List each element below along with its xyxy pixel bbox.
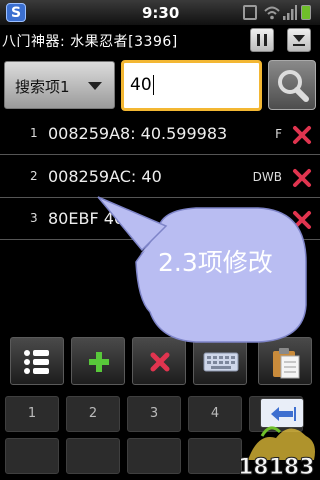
- key-3[interactable]: 3: [127, 396, 181, 432]
- row-index: 3: [30, 211, 38, 225]
- wifi-icon: [264, 6, 280, 20]
- title-bar: 八门神器: 水果忍者[3396]: [0, 25, 320, 55]
- keypad-key[interactable]: [66, 438, 120, 474]
- pause-icon: [257, 34, 267, 46]
- search-type-select[interactable]: 搜索项1: [4, 61, 115, 109]
- minimize-icon: [293, 35, 305, 46]
- delete-row-icon[interactable]: [292, 168, 312, 188]
- search-value: 40: [130, 75, 152, 95]
- vibrate-icon: [243, 5, 257, 20]
- keyboard-icon: [203, 352, 239, 372]
- signal-icon: [283, 5, 297, 20]
- pause-button[interactable]: [250, 28, 274, 52]
- result-row[interactable]: 1 008259A8: 40.599983 F: [0, 115, 320, 155]
- key-1[interactable]: 1: [5, 396, 59, 432]
- app-badge-icon: S: [6, 3, 26, 22]
- search-button[interactable]: [268, 60, 316, 110]
- status-clock: 9:30: [142, 4, 180, 22]
- app-title: 八门神器: 水果忍者[3396]: [2, 34, 178, 50]
- row-index: 1: [30, 126, 38, 140]
- annotation-text: 2.3项修改: [158, 248, 273, 277]
- delete-row-icon[interactable]: [292, 210, 312, 230]
- row-address-value: 008259A8: 40.599983: [48, 124, 228, 143]
- add-button[interactable]: [71, 337, 125, 385]
- svg-text:18183: 18183: [238, 455, 315, 480]
- clipboard-button[interactable]: [258, 337, 312, 385]
- text-caret: [152, 75, 154, 95]
- delete-row-icon[interactable]: [292, 125, 312, 145]
- row-index: 2: [30, 169, 38, 183]
- status-bar: S 9:30: [0, 0, 320, 25]
- list-button[interactable]: [10, 337, 64, 385]
- clipboard-icon: [273, 348, 300, 379]
- keypad-key[interactable]: [5, 438, 59, 474]
- search-value-input[interactable]: 40: [121, 60, 262, 111]
- search-type-label: 搜索项1: [15, 78, 70, 96]
- result-row[interactable]: 3 80EBF 40 DWB: [0, 200, 320, 240]
- row-type: DWB: [252, 170, 282, 184]
- keypad-key[interactable]: [127, 438, 181, 474]
- row-type: F: [275, 127, 282, 141]
- row-address-value: 008259AC: 40: [48, 167, 162, 186]
- row-address-value: 80EBF 40: [48, 209, 125, 228]
- keyboard-button[interactable]: [193, 337, 247, 385]
- site-watermark-logo: 18183: [238, 426, 315, 480]
- plus-icon: [89, 352, 109, 372]
- dropdown-arrow-icon: [88, 82, 102, 90]
- list-icon: [24, 350, 49, 374]
- remove-button[interactable]: [132, 337, 186, 385]
- x-icon: [150, 352, 170, 372]
- row-type: DWB: [252, 212, 282, 226]
- minimize-button[interactable]: [287, 28, 311, 52]
- battery-icon: [301, 5, 311, 20]
- result-row[interactable]: 2 008259AC: 40 DWB: [0, 158, 320, 198]
- magnifier-icon: [278, 70, 309, 102]
- key-2[interactable]: 2: [66, 396, 120, 432]
